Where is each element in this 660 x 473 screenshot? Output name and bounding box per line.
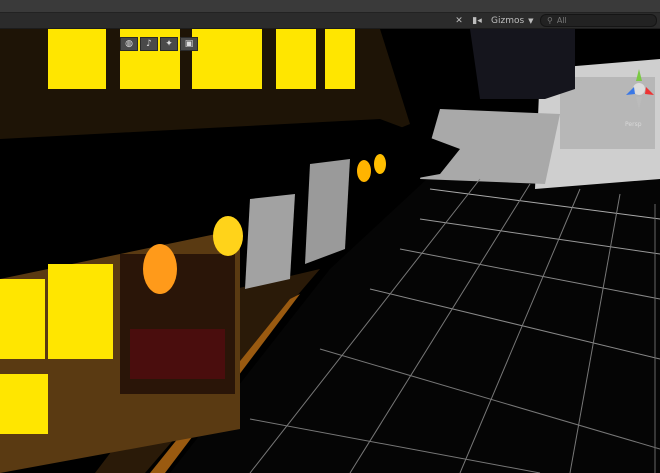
- search-placeholder: All: [556, 16, 567, 25]
- search-icon: ⚲: [547, 16, 553, 25]
- scene-toolbar: ✕ ▮◂ Gizmos ▼ ⚲ All: [0, 0, 660, 29]
- layers-icon[interactable]: ▣: [180, 37, 198, 51]
- effects-icon[interactable]: ✦: [160, 37, 178, 51]
- chevron-down-icon: ▼: [528, 16, 534, 25]
- orientation-gizmo[interactable]: [618, 65, 660, 117]
- camera-icon[interactable]: ▮◂: [468, 14, 486, 27]
- scene-tools-bar: ◍ ♪ ✦ ▣: [120, 37, 198, 51]
- scene-render: [0, 29, 660, 473]
- gizmos-dropdown[interactable]: Gizmos ▼: [491, 14, 535, 27]
- window-tabbar: [0, 0, 660, 13]
- search-input[interactable]: ⚲ All: [540, 14, 657, 27]
- gizmos-label: Gizmos: [491, 15, 525, 26]
- projection-label[interactable]: Persp: [625, 121, 642, 128]
- scene-viewport[interactable]: Persp: [0, 29, 660, 473]
- globe-icon[interactable]: ◍: [120, 37, 138, 51]
- audio-icon[interactable]: ♪: [140, 37, 158, 51]
- tools-icon[interactable]: ✕: [453, 14, 465, 27]
